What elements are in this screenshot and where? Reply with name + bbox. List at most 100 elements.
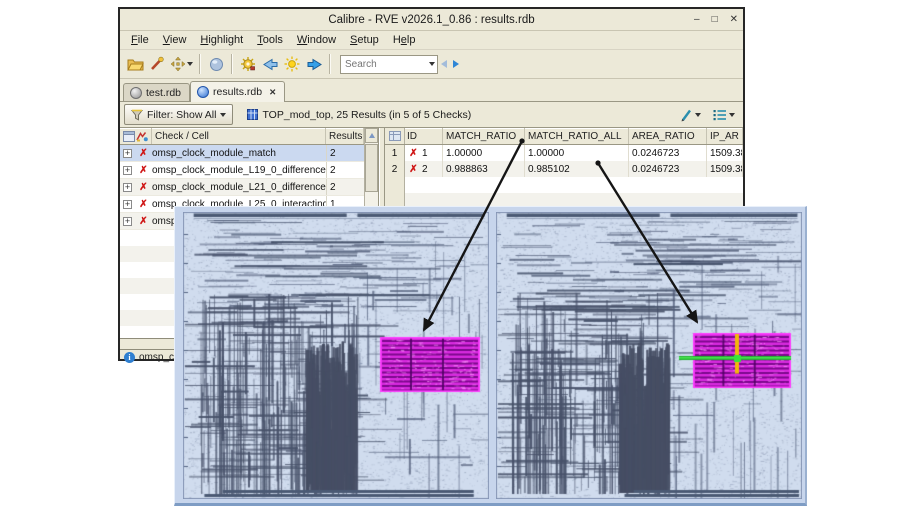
match-ratio-value: 1.00000 xyxy=(443,145,525,161)
plus-icon[interactable]: + xyxy=(123,216,132,226)
sphere-button[interactable] xyxy=(205,53,227,75)
check-name: omsp_clock_module_match xyxy=(152,147,276,159)
fail-x-icon: ✗ xyxy=(409,147,418,159)
result-row-1[interactable]: 1 ✗ 1 1.00000 1.00000 0.0246723 1509.38 xyxy=(385,145,743,161)
highlight-wand-icon xyxy=(151,56,164,70)
check-row-2[interactable]: + ✗ omsp_clock_module_L19_0_difference 2 xyxy=(120,162,364,179)
database-icon xyxy=(197,86,210,98)
highlight-all-button[interactable] xyxy=(281,53,303,75)
plus-icon[interactable]: + xyxy=(123,199,132,209)
menu-tools[interactable]: Tools xyxy=(250,33,290,47)
menu-bar: File View Highlight Tools Window Setup H… xyxy=(120,31,743,50)
layout-view-result-1[interactable] xyxy=(183,212,489,499)
sun-icon xyxy=(284,56,300,72)
search-next-icon[interactable] xyxy=(453,60,459,68)
minimize-icon[interactable]: – xyxy=(694,14,700,25)
checks-header-icons[interactable] xyxy=(120,128,152,144)
header-match-ratio[interactable]: MATCH_RATIO xyxy=(443,128,525,144)
check-row-1[interactable]: + ✗ omsp_clock_module_match 2 xyxy=(120,145,364,162)
expand-toggle[interactable]: + xyxy=(120,216,135,226)
header-match-ratio-all[interactable]: MATCH_RATIO_ALL xyxy=(525,128,629,144)
window-controls: – □ ✕ xyxy=(694,9,738,30)
tab-results-rdb[interactable]: results.rdb ✕ xyxy=(190,81,286,102)
maximize-icon[interactable]: □ xyxy=(712,14,718,25)
search-prev-icon[interactable] xyxy=(441,60,447,68)
scroll-up-button[interactable] xyxy=(365,128,378,143)
fail-x-icon: ✗ xyxy=(139,215,148,227)
fail-x-icon: ✗ xyxy=(409,163,418,175)
menu-file[interactable]: File xyxy=(124,33,156,47)
result-row-2[interactable]: 2 ✗ 2 0.988863 0.985102 0.0246723 1509.38 xyxy=(385,161,743,177)
filter-show-all-button[interactable]: Filter: Show All xyxy=(124,104,234,125)
title-bar[interactable]: Calibre - RVE v2026.1_0.86 : results.rdb… xyxy=(120,9,743,31)
match-ratio-all-value: 1.00000 xyxy=(525,145,629,161)
highlight-options-button[interactable] xyxy=(679,108,701,122)
fail-x-icon: ✗ xyxy=(139,147,148,159)
menu-window[interactable]: Window xyxy=(290,33,343,47)
status-text: omsp_cl xyxy=(139,352,177,363)
up-arrow-icon xyxy=(368,133,375,138)
results-table-header: ID MATCH_RATIO MATCH_RATIO_ALL AREA_RATI… xyxy=(385,128,743,145)
expand-toggle[interactable]: + xyxy=(120,199,135,209)
corner-grid-icon-cell[interactable] xyxy=(385,128,405,144)
tab-close-icon[interactable]: ✕ xyxy=(269,87,276,98)
find-settings-button[interactable] xyxy=(237,53,259,75)
search-box[interactable] xyxy=(340,54,438,74)
header-check-cell[interactable]: Check / Cell xyxy=(152,128,326,144)
dropdown-caret-icon[interactable] xyxy=(695,112,701,117)
tool-bar xyxy=(120,50,743,79)
results-summary-text: TOP_mod_top, 25 Results (in 5 of 5 Check… xyxy=(262,108,472,121)
menu-view[interactable]: View xyxy=(156,33,194,47)
check-row-3[interactable]: + ✗ omsp_clock_module_L21_0_difference 2 xyxy=(120,179,364,196)
layout-viewer-panel xyxy=(174,206,807,506)
tab-label: results.rdb xyxy=(213,86,263,98)
window-title: Calibre - RVE v2026.1_0.86 : results.rdb xyxy=(328,13,535,26)
expand-toggle[interactable]: + xyxy=(120,148,135,158)
fail-x-icon: ✗ xyxy=(139,198,148,210)
tab-test-rdb[interactable]: test.rdb xyxy=(123,83,191,101)
move-arrows-icon xyxy=(170,56,186,72)
match-ratio-value: 0.988863 xyxy=(443,161,525,177)
check-results-count: 2 xyxy=(326,145,364,161)
header-id[interactable]: ID xyxy=(405,128,443,144)
close-icon[interactable]: ✕ xyxy=(730,14,738,25)
prev-result-button[interactable] xyxy=(259,53,281,75)
cell-icon xyxy=(247,109,259,120)
search-dropdown-caret-icon[interactable] xyxy=(429,62,435,66)
highlight-button[interactable] xyxy=(146,53,168,75)
header-results[interactable]: Results xyxy=(326,128,364,144)
dropdown-caret-icon[interactable] xyxy=(187,62,193,66)
area-ratio-value: 0.0246723 xyxy=(629,145,707,161)
gear-find-icon xyxy=(241,57,255,71)
arrow-right-icon xyxy=(307,58,322,70)
filter-bar: Filter: Show All TOP_mod_top, 25 Results… xyxy=(120,102,743,127)
check-name: omsp_clock_module_L21_0_difference xyxy=(152,181,326,193)
sphere-icon xyxy=(209,57,223,71)
open-folder-button[interactable] xyxy=(124,53,146,75)
view-options-button[interactable] xyxy=(713,109,735,121)
plus-icon[interactable]: + xyxy=(123,182,132,192)
header-area-ratio[interactable]: AREA_RATIO xyxy=(629,128,707,144)
check-name: omsp_clock_module_L19_0_difference xyxy=(152,164,326,176)
toolbar-separator xyxy=(329,54,331,74)
dropdown-caret-icon[interactable] xyxy=(729,112,735,117)
scrollbar-thumb[interactable] xyxy=(365,144,378,192)
toolbar-separator xyxy=(199,54,201,74)
filter-caret-icon xyxy=(220,112,227,117)
area-ratio-value: 0.0246723 xyxy=(629,161,707,177)
menu-highlight[interactable]: Highlight xyxy=(193,33,250,47)
menu-help[interactable]: Help xyxy=(386,33,423,47)
menu-setup[interactable]: Setup xyxy=(343,33,386,47)
expand-toggle[interactable]: + xyxy=(120,165,135,175)
plus-icon[interactable]: + xyxy=(123,148,132,158)
layout-view-result-2[interactable] xyxy=(496,212,802,499)
header-ip-ar[interactable]: IP_AR xyxy=(707,128,743,144)
plus-icon[interactable]: + xyxy=(123,165,132,175)
zoom-to-highlight-button[interactable] xyxy=(168,53,195,75)
expand-toggle[interactable]: + xyxy=(120,182,135,192)
search-input[interactable] xyxy=(343,57,429,71)
check-status-icon xyxy=(136,131,148,141)
row-number: 1 xyxy=(385,145,405,161)
grid-icon xyxy=(388,131,401,141)
next-result-button[interactable] xyxy=(303,53,325,75)
